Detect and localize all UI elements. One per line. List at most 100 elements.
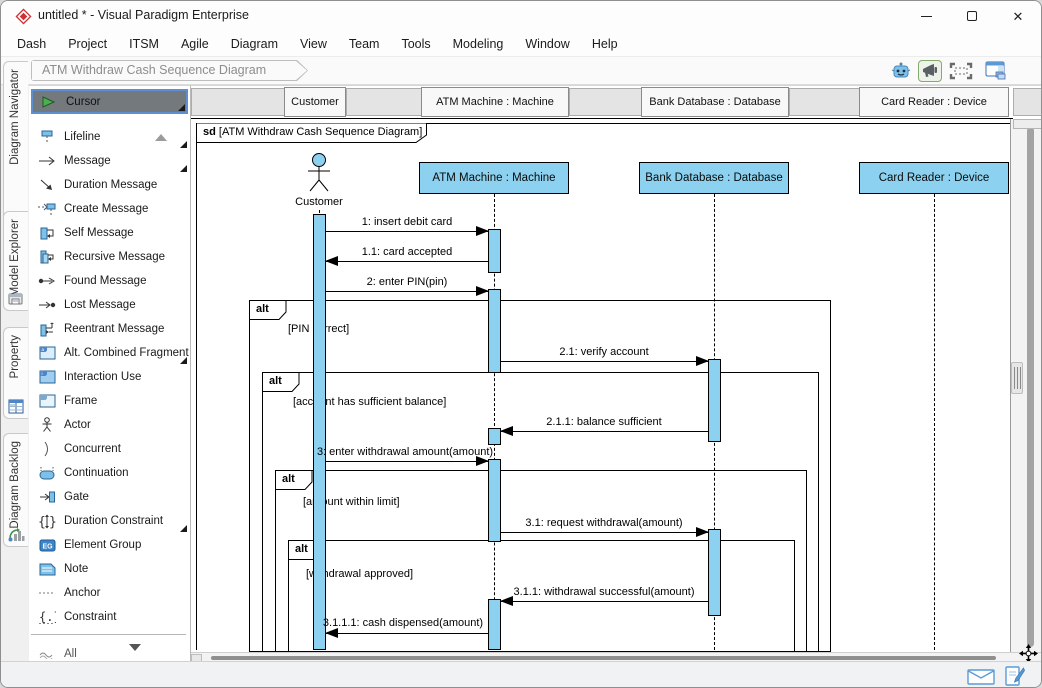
horizontal-scrollbar-thumb[interactable] [211, 656, 996, 660]
palette-item-lost-message[interactable]: Lost Message [31, 293, 188, 317]
side-tab-model-explorer[interactable]: Model Explorer [3, 211, 28, 311]
selection-marquee-icon[interactable] [949, 60, 973, 82]
palette-item-cursor[interactable]: Cursor [31, 89, 188, 114]
actor-customer[interactable] [304, 152, 334, 194]
activation-atm-4[interactable] [488, 459, 501, 542]
horizontal-scrollbar[interactable] [191, 652, 1042, 661]
header-segment[interactable] [191, 88, 285, 116]
activation-atm-2[interactable] [488, 289, 501, 373]
palette-item-found-message[interactable]: Found Message [31, 269, 188, 293]
menu-tools[interactable]: Tools [390, 31, 441, 57]
message-label[interactable]: 2.1: verify account [559, 346, 648, 358]
palette-item-partial[interactable]: All [31, 642, 188, 661]
palette-item-self-message[interactable]: Self Message [31, 221, 188, 245]
menu-project[interactable]: Project [57, 31, 118, 57]
palette-item-lifeline[interactable]: Lifeline [31, 125, 188, 149]
vertical-scrollbar-thumb[interactable] [1027, 127, 1034, 647]
gate-icon [38, 491, 56, 503]
palette-item-reentrant-message[interactable]: Reentrant Message [31, 317, 188, 341]
found-message-icon [38, 276, 56, 286]
menu-view[interactable]: View [289, 31, 338, 57]
palette-item-actor[interactable]: Actor [31, 413, 188, 437]
close-button[interactable]: ✕ [995, 1, 1041, 31]
palette-item-duration-message[interactable]: Duration Message [31, 173, 188, 197]
message-label[interactable]: 3.1: request withdrawal(amount) [525, 517, 682, 529]
message-label[interactable]: 3.1.1: withdrawal successful(amount) [514, 586, 695, 598]
message-arrow-3-1-1-1[interactable] [326, 633, 488, 634]
palette-item-interaction-use[interactable]: i Interaction Use [31, 365, 188, 389]
pan-mode-icon[interactable] [1019, 644, 1038, 661]
side-tab-property[interactable]: Property [3, 327, 28, 419]
palette-item-element-group[interactable]: EG Element Group [31, 533, 188, 557]
panel-splitter-handle[interactable] [1011, 362, 1023, 394]
header-lifeline-card-reader[interactable]: Card Reader : Device [859, 87, 1009, 117]
layout-panels-icon[interactable] [984, 60, 1008, 82]
message-label[interactable]: 2.1.1: balance sufficient [546, 416, 661, 428]
palette-scroll-down-icon[interactable] [129, 651, 141, 661]
message-label[interactable]: 3: enter withdrawal amount(amount) [317, 446, 493, 458]
compose-note-icon[interactable] [1005, 665, 1025, 687]
menu-team[interactable]: Team [338, 31, 391, 57]
breadcrumb[interactable]: ATM Withdraw Cash Sequence Diagram [31, 60, 308, 81]
palette-item-constraint[interactable]: {.} Constraint [31, 605, 188, 629]
palette-item-duration-constraint[interactable]: {} Duration Constraint [31, 509, 188, 533]
ai-assistant-robot-icon[interactable] [889, 60, 913, 82]
palette-item-note[interactable]: Note [31, 557, 188, 581]
header-segment[interactable] [346, 88, 422, 116]
palette-item-continuation[interactable]: Continuation [31, 461, 188, 485]
activation-atm-5[interactable] [488, 599, 501, 650]
message-label[interactable]: 2: enter PIN(pin) [367, 276, 448, 288]
diagram-canvas[interactable]: Customer ATM Machine : Machine Bank Data… [191, 85, 1042, 661]
header-segment[interactable] [789, 88, 860, 116]
minimize-button[interactable] [903, 1, 949, 31]
lifeline-box-bank[interactable]: Bank Database : Database [639, 162, 789, 194]
menu-itsm[interactable]: ITSM [118, 31, 170, 57]
message-arrow-1-1[interactable] [326, 261, 488, 262]
activation-customer[interactable] [313, 214, 326, 650]
palette-item-gate[interactable]: Gate [31, 485, 188, 509]
palette-item-create-message[interactable]: Create Message [31, 197, 188, 221]
message-arrow-3-1[interactable] [501, 532, 708, 533]
side-tab-diagram-backlog[interactable]: Diagram Backlog [3, 433, 28, 547]
message-arrow-3-1-1[interactable] [501, 601, 708, 602]
diagram-toolbar: ATM Withdraw Cash Sequence Diagram [1, 57, 1041, 85]
header-lifeline-customer[interactable]: Customer [284, 87, 346, 117]
message-envelope-icon[interactable] [967, 669, 995, 685]
submenu-corner-icon [180, 141, 187, 148]
palette-item-frame[interactable]: Frame [31, 389, 188, 413]
palette-item-alt-combined-fragment[interactable]: a Alt. Combined Fragment [31, 341, 188, 365]
announcement-megaphone-icon[interactable] [918, 60, 942, 82]
message-arrow-2-1-1[interactable] [501, 431, 708, 432]
header-lifeline-bank[interactable]: Bank Database : Database [641, 87, 789, 117]
menu-help[interactable]: Help [581, 31, 629, 57]
menu-dash[interactable]: Dash [6, 31, 57, 57]
title-bar: untitled * - Visual Paradigm Enterprise … [1, 1, 1041, 31]
message-label[interactable]: 3.1.1.1: cash dispensed(amount) [323, 617, 483, 629]
palette-item-concurrent[interactable]: Concurrent [31, 437, 188, 461]
activation-bank-2[interactable] [708, 529, 721, 616]
lifeline-box-atm[interactable]: ATM Machine : Machine [419, 162, 569, 194]
message-arrow-1[interactable] [326, 231, 488, 232]
activation-atm-1[interactable] [488, 229, 501, 273]
header-segment[interactable] [569, 88, 642, 116]
menu-agile[interactable]: Agile [170, 31, 220, 57]
message-arrow-2-1[interactable] [501, 361, 708, 362]
palette-item-message[interactable]: Message [31, 149, 188, 173]
maximize-button[interactable] [949, 1, 995, 31]
lifeline-box-card-reader[interactable]: Card Reader : Device [859, 162, 1009, 194]
vertical-scrollbar[interactable] [1010, 119, 1042, 661]
palette-item-anchor[interactable]: Anchor [31, 581, 188, 605]
header-lifeline-atm[interactable]: ATM Machine : Machine [421, 87, 569, 117]
activation-bank-1[interactable] [708, 359, 721, 442]
message-label[interactable]: 1: insert debit card [362, 216, 453, 228]
message-label[interactable]: 1.1: card accepted [362, 246, 453, 258]
menu-diagram[interactable]: Diagram [220, 31, 289, 57]
header-segment[interactable] [1013, 88, 1042, 116]
menu-window[interactable]: Window [514, 31, 580, 57]
message-arrow-3[interactable] [326, 461, 488, 462]
message-arrow-2[interactable] [326, 291, 488, 292]
menu-modeling[interactable]: Modeling [442, 31, 515, 57]
svg-text:}: } [49, 515, 56, 529]
palette-item-recursive-message[interactable]: Recursive Message [31, 245, 188, 269]
lifeline-line-card-reader[interactable] [934, 194, 935, 650]
